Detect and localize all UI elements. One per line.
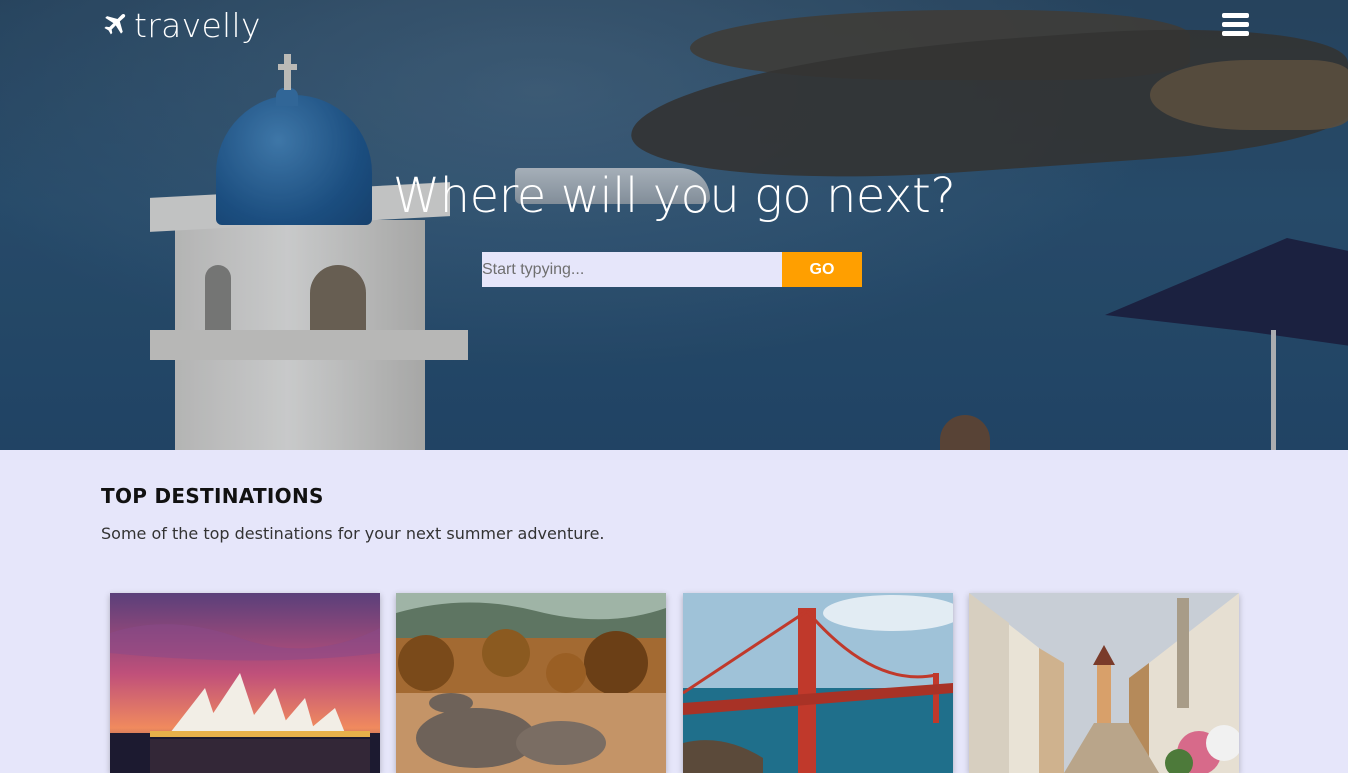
search-input[interactable] bbox=[482, 252, 782, 287]
destination-card-old-town[interactable] bbox=[969, 593, 1239, 773]
destination-card-sydney[interactable] bbox=[110, 593, 380, 773]
search-form: GO bbox=[482, 252, 862, 287]
hero-title: Where will you go next? bbox=[392, 168, 956, 224]
brand-name: travelly bbox=[134, 6, 261, 45]
airplane-icon bbox=[104, 13, 126, 34]
destination-card-san-francisco[interactable] bbox=[683, 593, 953, 773]
hero-banner: travelly Where will you go next? GO bbox=[0, 0, 1348, 450]
golden-gate-bridge-image bbox=[683, 593, 953, 773]
destination-card-safari[interactable] bbox=[396, 593, 666, 773]
go-button[interactable]: GO bbox=[782, 252, 862, 287]
brand-logo[interactable]: travelly bbox=[100, 6, 261, 45]
top-destinations-section: TOP DESTINATIONS Some of the top destina… bbox=[0, 450, 1348, 773]
section-subtitle: Some of the top destinations for your ne… bbox=[101, 524, 605, 543]
old-town-street-image bbox=[969, 593, 1239, 773]
section-heading: TOP DESTINATIONS bbox=[101, 484, 324, 508]
sydney-opera-house-image bbox=[110, 593, 380, 773]
hamburger-menu-icon[interactable] bbox=[1222, 13, 1249, 37]
rhinos-image bbox=[396, 593, 666, 773]
